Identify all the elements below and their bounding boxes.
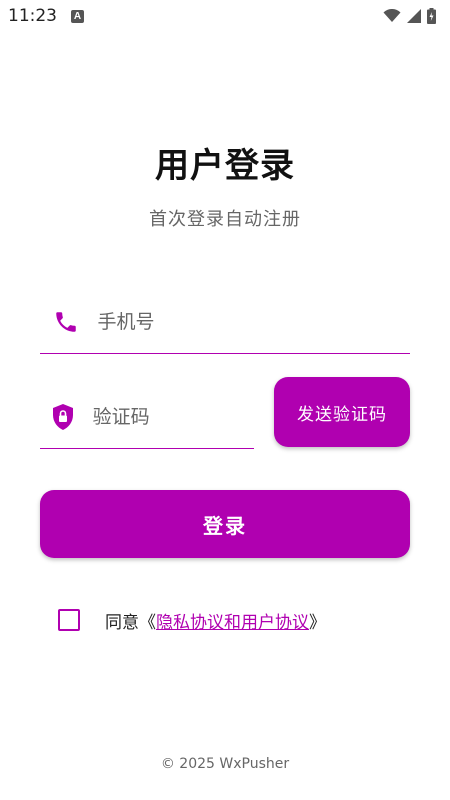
privacy-agreement-link[interactable]: 隐私协议和用户协议 xyxy=(156,613,309,633)
notification-icon: A xyxy=(71,9,84,23)
phone-field xyxy=(40,290,410,354)
code-field xyxy=(40,385,254,449)
status-right xyxy=(383,8,436,24)
status-left: 11:23 A xyxy=(8,6,84,26)
footer-copyright: © 2025 WxPusher xyxy=(160,756,290,772)
page-title: 用户登录 xyxy=(155,146,295,186)
battery-icon xyxy=(427,8,436,24)
send-code-button[interactable]: 发送验证码 xyxy=(274,377,410,447)
status-time: 11:23 xyxy=(8,6,57,26)
phone-icon xyxy=(40,290,92,353)
code-input[interactable] xyxy=(86,385,254,448)
agreement-checkbox[interactable] xyxy=(58,609,80,631)
agreement-row: 同意《隐私协议和用户协议》 xyxy=(58,605,326,635)
wifi-icon xyxy=(383,9,401,22)
page-subtitle: 首次登录自动注册 xyxy=(149,209,301,230)
shield-lock-icon xyxy=(40,385,87,448)
signal-icon xyxy=(407,9,421,23)
login-button[interactable]: 登录 xyxy=(40,490,410,558)
agreement-text: 同意《隐私协议和用户协议》 xyxy=(105,608,326,633)
agreement-prefix: 同意《 xyxy=(105,612,156,633)
phone-input[interactable] xyxy=(91,290,410,353)
agreement-suffix: 》 xyxy=(309,612,326,633)
status-bar: 11:23 A xyxy=(0,0,450,32)
